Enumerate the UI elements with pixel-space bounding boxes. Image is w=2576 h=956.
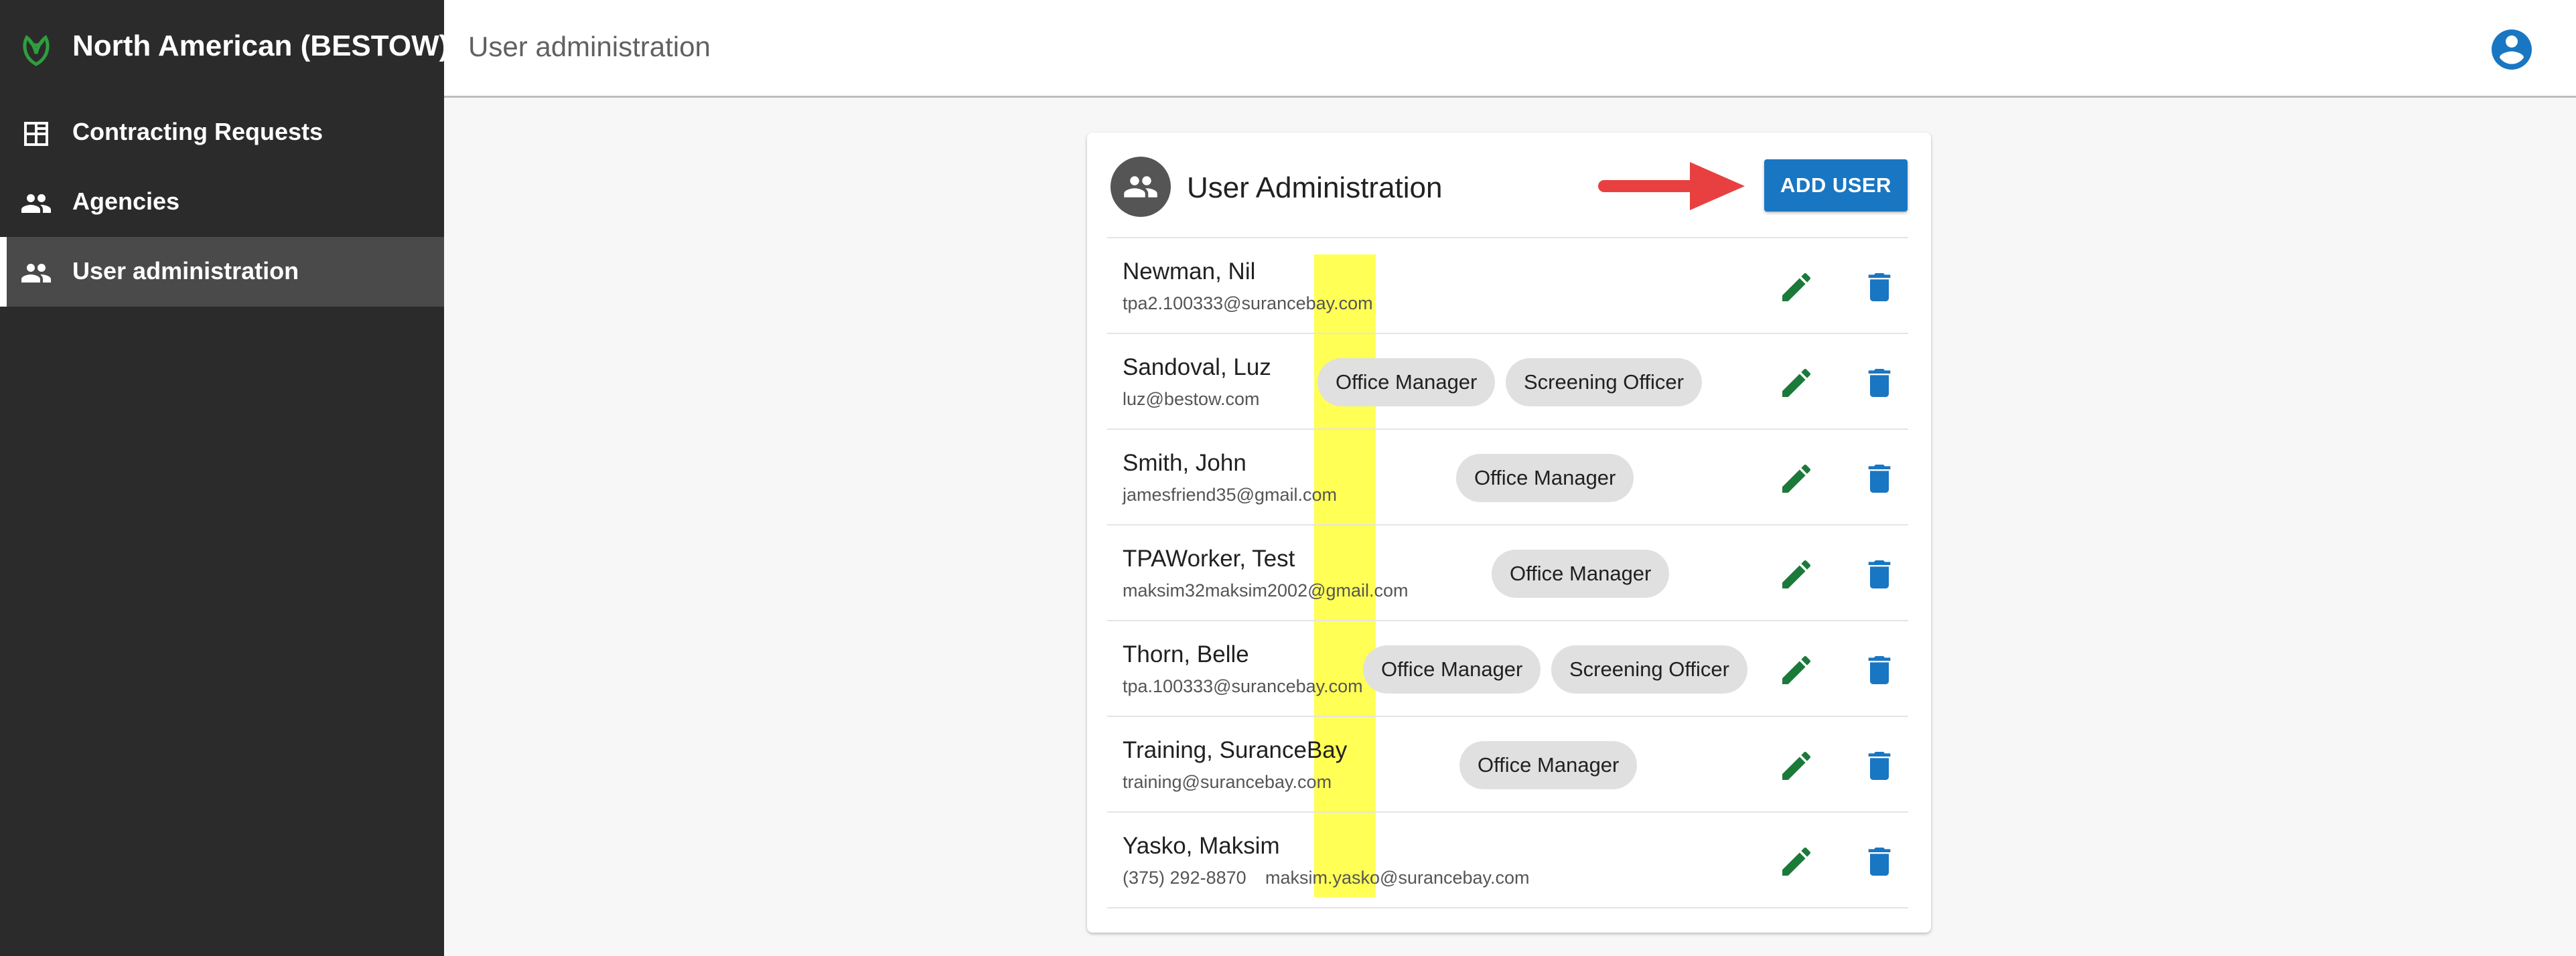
role-chip: Office Manager <box>1363 645 1541 694</box>
edit-icon[interactable] <box>1778 268 1815 306</box>
user-email: tpa.100333@surancebay.com <box>1123 676 1363 696</box>
user-email: luz@bestow.com <box>1123 389 1260 409</box>
user-name: Sandoval, Luz <box>1123 354 1271 380</box>
card-title: User Administration <box>1187 171 1443 204</box>
table-row: Training, SuranceBay training@surancebay… <box>1107 716 1908 811</box>
sidebar-item-label: Contracting Requests <box>72 118 324 145</box>
brand: North American (BESTOW) <box>0 0 449 98</box>
sidebar-item-user-administration[interactable]: User administration <box>0 237 444 307</box>
edit-icon[interactable] <box>1778 364 1815 402</box>
delete-icon[interactable] <box>1861 460 1898 497</box>
delete-icon[interactable] <box>1861 843 1898 880</box>
bestow-logo-icon <box>23 35 50 66</box>
table-row: Smith, John jamesfriend35@gmail.com Offi… <box>1107 428 1908 524</box>
role-chip: Screening Officer <box>1506 358 1702 406</box>
table-row: TPAWorker, Test maksim32maksim2002@gmail… <box>1107 524 1908 620</box>
user-name: Smith, John <box>1123 450 1246 476</box>
people-icon <box>1124 176 1157 197</box>
user-name: Training, SuranceBay <box>1123 737 1348 763</box>
user-name: Newman, Nil <box>1123 258 1256 285</box>
edit-icon[interactable] <box>1778 460 1815 497</box>
user-name: TPAWorker, Test <box>1123 546 1295 572</box>
delete-icon[interactable] <box>1861 268 1898 306</box>
card-avatar <box>1111 157 1171 217</box>
red-arrow-annotation <box>1598 162 1745 210</box>
delete-icon[interactable] <box>1861 364 1898 402</box>
user-phone: (375) 292-8870 <box>1123 868 1246 888</box>
top-header: User administration <box>444 0 2576 98</box>
edit-icon[interactable] <box>1778 747 1815 785</box>
role-chip: Office Manager <box>1456 454 1634 502</box>
edit-icon[interactable] <box>1778 843 1815 880</box>
dashboard-icon <box>24 122 48 146</box>
delete-icon[interactable] <box>1861 747 1898 785</box>
add-user-button[interactable]: ADD USER <box>1764 159 1908 212</box>
sidebar-item-contracting-requests[interactable]: Contracting Requests <box>0 98 444 167</box>
role-chip: Office Manager <box>1317 358 1496 406</box>
user-name: Thorn, Belle <box>1123 641 1249 667</box>
user-name: Yasko, Maksim <box>1123 833 1280 859</box>
user-email: jamesfriend35@gmail.com <box>1123 485 1338 505</box>
sidebar-item-agencies[interactable]: Agencies <box>0 167 444 237</box>
role-chip: Office Manager <box>1459 741 1638 789</box>
table-row: Yasko, Maksim (375) 292-8870 maksim.yask… <box>1107 811 1908 908</box>
people-icon <box>21 264 51 283</box>
table-row: Thorn, Belle tpa.100333@surancebay.com O… <box>1107 620 1908 716</box>
sidebar-item-label: User administration <box>72 257 299 285</box>
people-icon <box>21 194 51 213</box>
sidebar: North American (BESTOW) Contracting Requ… <box>0 0 449 956</box>
sidebar-item-label: Agencies <box>72 187 180 215</box>
page-title: User administration <box>468 31 711 62</box>
user-email: training@surancebay.com <box>1123 772 1332 792</box>
role-chip: Office Manager <box>1492 550 1670 598</box>
delete-icon[interactable] <box>1861 651 1898 689</box>
account-circle-icon[interactable] <box>2488 25 2536 74</box>
delete-icon[interactable] <box>1861 556 1898 593</box>
user-email: maksim.yasko@surancebay.com <box>1265 868 1530 888</box>
edit-icon[interactable] <box>1778 556 1815 593</box>
table-row: Newman, Nil tpa2.100333@surancebay.com <box>1107 237 1908 333</box>
role-chip: Screening Officer <box>1551 645 1747 694</box>
user-email: tpa2.100333@surancebay.com <box>1123 293 1373 313</box>
brand-title: North American (BESTOW) <box>72 29 449 62</box>
user-email: maksim32maksim2002@gmail.com <box>1123 580 1409 601</box>
table-row: Sandoval, Luz luz@bestow.com Office Mana… <box>1107 333 1908 428</box>
edit-icon[interactable] <box>1778 651 1815 689</box>
